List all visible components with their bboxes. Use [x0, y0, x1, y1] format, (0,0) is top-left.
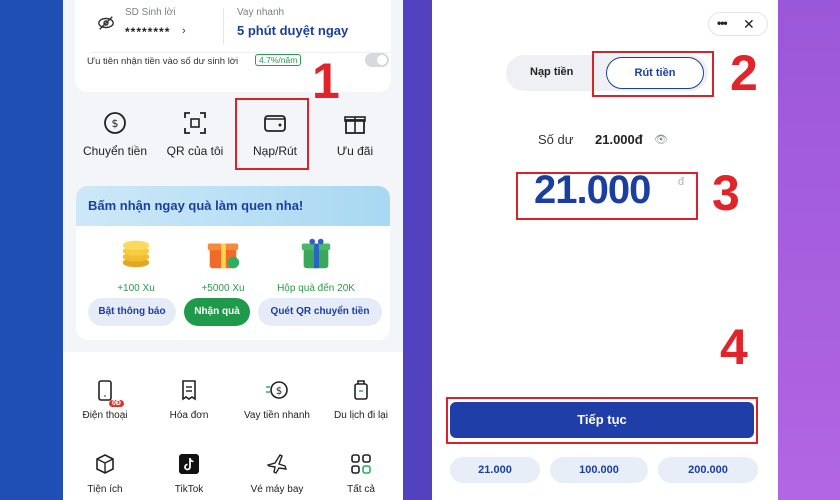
- eye-off-icon[interactable]: [97, 14, 115, 32]
- balance-card: SD Sinh lời ******** › Vay nhanh 5 phút …: [75, 0, 393, 92]
- close-icon[interactable]: ✕: [743, 16, 755, 33]
- service-du-lich[interactable]: Du lịch đi lại: [319, 378, 403, 421]
- box-icon: [96, 454, 114, 474]
- quick-action-transfer[interactable]: $ Chuyển tiền: [75, 100, 155, 158]
- service-tiktok[interactable]: TikTok: [147, 452, 231, 495]
- quick-actions: $ Chuyển tiền QR của tôi Nạp/Rút Ưu đãi: [63, 100, 403, 172]
- present-icon: [301, 238, 331, 269]
- service-label: TikTok: [174, 484, 204, 495]
- highlight-box-amount: [516, 172, 698, 220]
- enable-notification-button[interactable]: Bật thông báo: [88, 298, 176, 326]
- receive-gift-button[interactable]: Nhận quà: [184, 298, 250, 326]
- bill-icon: [182, 380, 196, 401]
- coins-icon: [122, 240, 150, 268]
- gift-item: +5000 Xu: [181, 234, 265, 294]
- vay-nhanh-value[interactable]: 5 phút duyệt ngay: [237, 23, 348, 38]
- gift-item: +100 Xu: [94, 234, 178, 294]
- gift-label: Hộp quà đến 20K: [277, 283, 355, 294]
- left-phone-screen: SD Sinh lời ******** › Vay nhanh 5 phút …: [63, 0, 403, 500]
- balance-value: 21.000đ: [595, 132, 643, 147]
- service-vay-tien-nhanh[interactable]: $ Vay tiền nhanh: [235, 378, 319, 421]
- phone-icon: [98, 380, 112, 401]
- highlight-box-continue: [446, 397, 758, 444]
- sd-sinh-loi-value[interactable]: ********: [125, 25, 170, 39]
- step-number-1: 1: [312, 53, 340, 109]
- background-right: [778, 0, 840, 500]
- tab-deposit[interactable]: Nạp tiền: [530, 66, 573, 78]
- more-icon[interactable]: •••: [717, 16, 728, 30]
- chevron-right-icon[interactable]: ›: [182, 25, 186, 37]
- plane-icon: [266, 454, 288, 474]
- grid-icon: [351, 454, 371, 474]
- service-label: Du lịch đi lại: [334, 410, 388, 421]
- step-number-2: 2: [730, 45, 758, 101]
- promo-card: Bấm nhận ngay quà làm quen nha! +100 Xu …: [76, 186, 390, 340]
- gift-item: Hộp quà đến 20K: [274, 234, 358, 294]
- amount-chip[interactable]: 100.000: [550, 457, 648, 483]
- gift-label: +5000 Xu: [201, 283, 245, 294]
- luggage-icon: [354, 380, 368, 400]
- service-tien-ich[interactable]: Tiện ích: [63, 452, 147, 495]
- gift-label: +100 Xu: [117, 283, 155, 294]
- zero-dong-badge: 0Đ: [109, 400, 124, 407]
- svg-text:$: $: [112, 117, 119, 130]
- quick-action-label: Ưu đãi: [336, 144, 374, 158]
- giftbox-icon: [207, 243, 240, 269]
- service-hoa-don[interactable]: Hóa đơn: [147, 378, 231, 421]
- highlight-box-withdraw: [592, 51, 714, 97]
- background-left: [0, 0, 63, 500]
- service-label: Tất cả: [347, 484, 375, 495]
- service-dien-thoai[interactable]: 0Đ Điện thoại: [63, 378, 147, 421]
- gift-icon: [344, 116, 366, 134]
- svg-text:$: $: [276, 386, 282, 397]
- priority-toggle[interactable]: [365, 53, 389, 67]
- amount-chip[interactable]: 21.000: [450, 457, 540, 483]
- service-ve-may-bay[interactable]: Vé máy bay: [235, 452, 319, 495]
- transfer-icon: $: [104, 112, 126, 134]
- scan-qr-button[interactable]: Quét QR chuyển tiền: [258, 298, 382, 326]
- promo-title: Bấm nhận ngay quà làm quen nha!: [88, 198, 304, 213]
- priority-text: Ưu tiên nhận tiền vào số dư sinh lời: [87, 56, 239, 67]
- promo-header: Bấm nhận ngay quà làm quen nha!: [76, 186, 390, 226]
- highlight-box-nap-rut: [235, 98, 309, 170]
- quick-action-label: Chuyển tiền: [82, 144, 148, 158]
- balance-label: Số dư: [538, 132, 574, 147]
- qr-icon: [184, 112, 206, 134]
- right-phone-screen: ••• ✕ Nạp tiền Rút tiền Số dư 21.000đ 👁 …: [432, 0, 778, 500]
- window-controls: ••• ✕: [708, 12, 768, 36]
- service-label: Tiện ích: [87, 484, 123, 495]
- vay-nhanh-label: Vay nhanh: [237, 7, 285, 18]
- rate-badge: 4.7%/năm: [255, 54, 302, 66]
- service-label: Vé máy bay: [250, 484, 304, 495]
- service-label: Hóa đơn: [169, 410, 209, 421]
- tiktok-icon: [179, 454, 199, 474]
- service-label: Điện thoại: [82, 410, 128, 421]
- service-tat-ca[interactable]: Tất cả: [319, 452, 403, 495]
- step-number-4: 4: [720, 319, 748, 375]
- amount-chip[interactable]: 200.000: [658, 457, 758, 483]
- services-grid: 0Đ Điện thoại Hóa đơn $ Vay tiền nhanh D…: [63, 352, 403, 500]
- quick-action-qr[interactable]: QR của tôi: [155, 100, 235, 158]
- loan-icon: $: [266, 381, 288, 399]
- sd-sinh-loi-label: SD Sinh lời: [125, 7, 176, 18]
- eye-icon[interactable]: 👁: [654, 133, 668, 146]
- service-label: Vay tiền nhanh: [244, 410, 310, 421]
- step-number-3: 3: [712, 165, 740, 221]
- divider: [223, 8, 224, 44]
- quick-action-label: QR của tôi: [166, 144, 224, 158]
